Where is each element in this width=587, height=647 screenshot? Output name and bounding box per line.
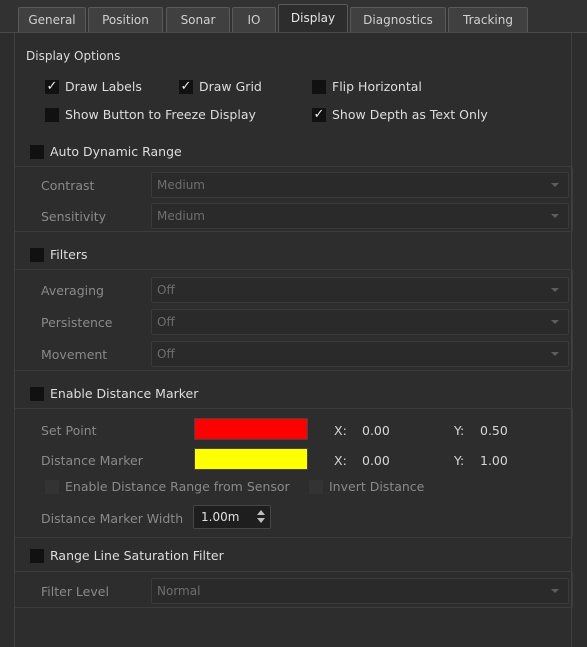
- chevron-down-icon: [551, 214, 559, 218]
- set-point-x-label: X:: [334, 423, 347, 438]
- set-point-y-label: Y:: [454, 423, 465, 438]
- set-point-y-value: 0.50: [480, 423, 508, 438]
- tab-tracking[interactable]: Tracking: [448, 7, 528, 32]
- contrast-select[interactable]: Medium: [151, 172, 569, 198]
- filters-checkbox[interactable]: [30, 248, 44, 262]
- distance-marker-x-value: 0.00: [362, 453, 390, 468]
- contrast-value: Medium: [157, 178, 205, 192]
- persistence-value: Off: [157, 315, 175, 329]
- sensitivity-label: Sensitivity: [41, 209, 107, 224]
- distance-marker-label: Distance Marker: [41, 453, 143, 468]
- distance-marker-checkbox[interactable]: [30, 387, 44, 401]
- tab-io[interactable]: IO: [232, 7, 276, 32]
- freeze-button-checkbox[interactable]: [45, 108, 59, 122]
- filter-level-value: Normal: [157, 584, 201, 598]
- chevron-down-icon: [551, 589, 559, 593]
- set-point-x-value: 0.00: [362, 423, 390, 438]
- averaging-label: Averaging: [41, 283, 104, 298]
- chevron-down-icon: [551, 320, 559, 324]
- tab-position[interactable]: Position: [88, 7, 163, 32]
- chevron-down-icon: [551, 352, 559, 356]
- draw-labels-checkbox[interactable]: ✓: [45, 80, 59, 94]
- tab-display[interactable]: Display: [278, 4, 348, 33]
- contrast-label: Contrast: [41, 178, 95, 193]
- invert-distance-checkbox[interactable]: [309, 480, 323, 494]
- filter-level-label: Filter Level: [41, 584, 109, 599]
- invert-distance-label: Invert Distance: [329, 479, 425, 494]
- movement-select[interactable]: Off: [151, 341, 569, 367]
- chevron-down-icon: [551, 183, 559, 187]
- movement-value: Off: [157, 347, 175, 361]
- filters-label: Filters: [50, 247, 88, 262]
- draw-grid-checkbox[interactable]: ✓: [179, 80, 193, 94]
- tab-sonar[interactable]: Sonar: [166, 7, 230, 32]
- depth-text-checkbox[interactable]: ✓: [312, 108, 326, 122]
- persistence-label: Persistence: [41, 315, 113, 330]
- auto-dynamic-range-label: Auto Dynamic Range: [50, 144, 182, 159]
- sensitivity-select[interactable]: Medium: [151, 203, 569, 229]
- auto-dynamic-range-checkbox[interactable]: [30, 145, 44, 159]
- tab-diagnostics[interactable]: Diagnostics: [350, 7, 446, 32]
- marker-width-value: 1.00m: [201, 510, 240, 524]
- marker-width-spinbox[interactable]: 1.00m: [193, 505, 271, 529]
- freeze-button-label: Show Button to Freeze Display: [65, 107, 256, 122]
- spin-down-icon[interactable]: [257, 518, 265, 523]
- range-line-label: Range Line Saturation Filter: [50, 548, 224, 563]
- flip-horizontal-label: Flip Horizontal: [332, 79, 422, 94]
- distance-marker-color-swatch[interactable]: [194, 448, 308, 470]
- tab-bar: General Position Sonar IO Display Diagno…: [0, 0, 587, 33]
- filter-level-select[interactable]: Normal: [151, 578, 569, 604]
- averaging-value: Off: [157, 283, 175, 297]
- tab-general[interactable]: General: [18, 7, 86, 32]
- flip-horizontal-checkbox[interactable]: [312, 80, 326, 94]
- spin-up-icon[interactable]: [257, 510, 265, 515]
- range-from-sensor-checkbox[interactable]: [45, 480, 59, 494]
- range-line-checkbox[interactable]: [30, 549, 44, 563]
- set-point-label: Set Point: [41, 423, 97, 438]
- spin-arrows-icon[interactable]: [256, 510, 266, 524]
- distance-marker-x-label: X:: [334, 453, 347, 468]
- marker-width-label: Distance Marker Width: [41, 511, 184, 526]
- set-point-color-swatch[interactable]: [194, 418, 308, 440]
- distance-marker-enable-label: Enable Distance Marker: [50, 386, 199, 401]
- depth-text-label: Show Depth as Text Only: [332, 107, 488, 122]
- draw-grid-label: Draw Grid: [199, 79, 262, 94]
- sensitivity-value: Medium: [157, 209, 205, 223]
- averaging-select[interactable]: Off: [151, 277, 569, 303]
- draw-labels-label: Draw Labels: [65, 79, 142, 94]
- persistence-select[interactable]: Off: [151, 309, 569, 335]
- range-from-sensor-label: Enable Distance Range from Sensor: [65, 479, 290, 494]
- chevron-down-icon: [551, 288, 559, 292]
- distance-marker-y-label: Y:: [454, 453, 465, 468]
- display-options-title: Display Options: [26, 49, 121, 63]
- movement-label: Movement: [41, 347, 108, 362]
- distance-marker-y-value: 1.00: [480, 453, 508, 468]
